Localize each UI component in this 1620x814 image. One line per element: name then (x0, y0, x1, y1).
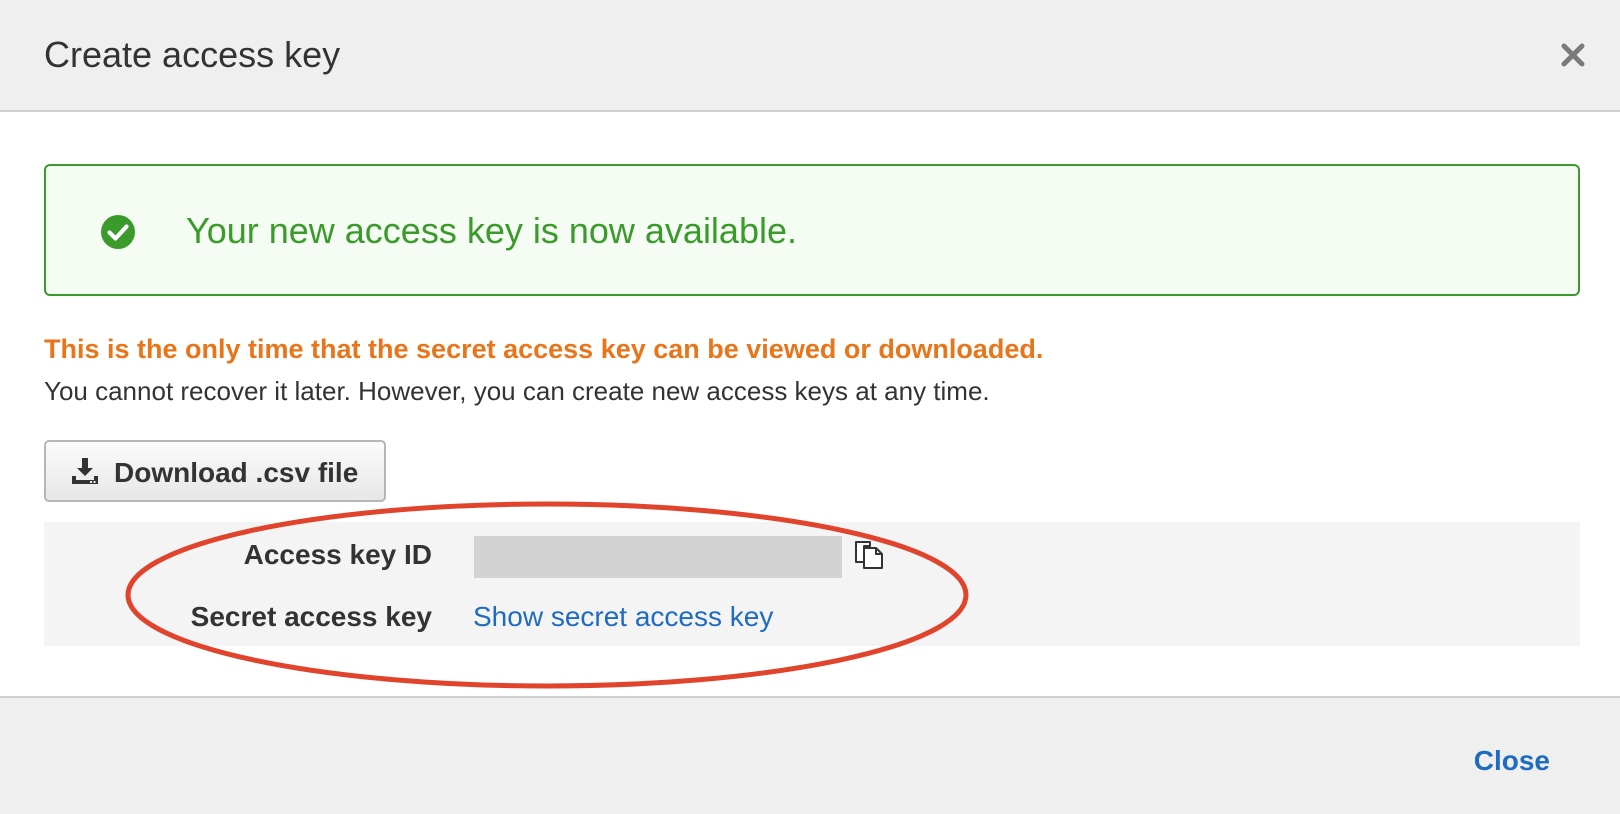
access-keys-panel: Access key ID Secret access key Show sec… (44, 522, 1580, 646)
dialog-title: Create access key (44, 34, 341, 75)
secret-key-warning: This is the only time that the secret ac… (44, 334, 1044, 364)
close-button[interactable]: Close (1474, 744, 1550, 778)
check-circle-icon (101, 215, 135, 249)
recovery-info-text: You cannot recover it later. However, yo… (44, 376, 990, 406)
access-key-id-label: Access key ID (243, 539, 432, 570)
download-csv-label: Download .csv file (114, 457, 359, 488)
secret-access-key-label: Secret access key (190, 601, 432, 632)
close-x-icon[interactable] (1558, 40, 1588, 70)
download-csv-button[interactable]: Download .csv file (44, 440, 386, 502)
copy-icon[interactable] (852, 538, 886, 572)
dialog-header: Create access key (0, 0, 1620, 112)
success-message: Your new access key is now available. (186, 210, 797, 251)
access-key-id-value-redacted (474, 536, 842, 578)
success-alert: Your new access key is now available. (44, 164, 1580, 296)
create-access-key-dialog: Create access key Your new access key is… (0, 0, 1620, 814)
dialog-footer: Close (0, 696, 1620, 814)
show-secret-access-key-link[interactable]: Show secret access key (473, 600, 773, 634)
download-icon (72, 458, 98, 484)
